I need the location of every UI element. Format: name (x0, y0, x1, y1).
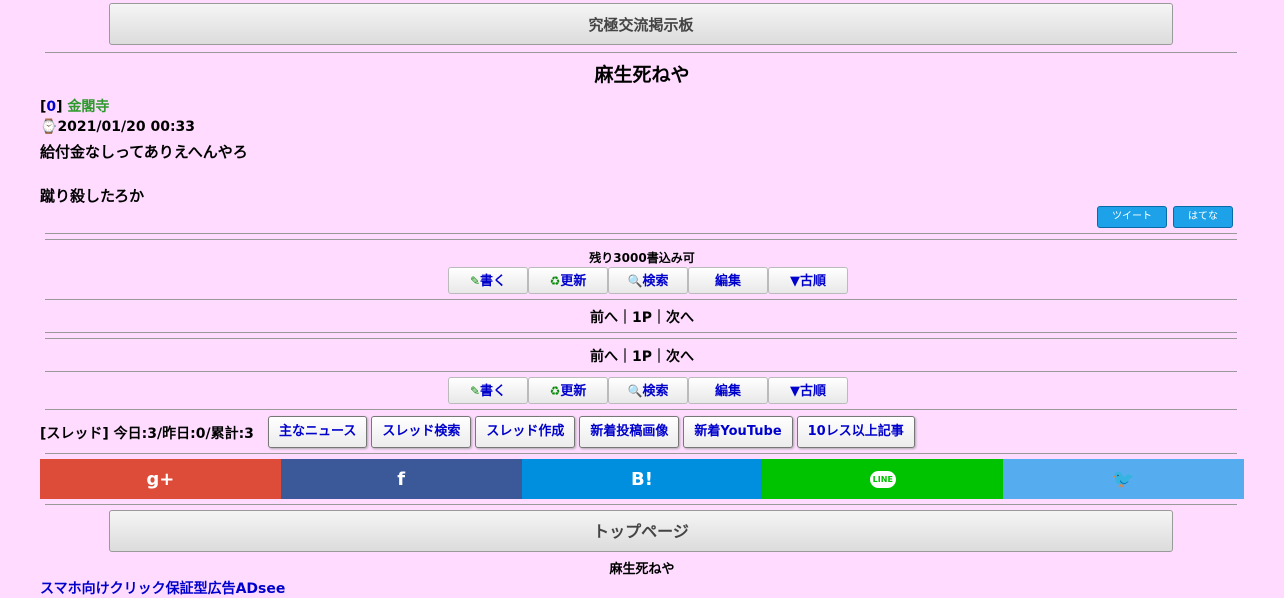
toolbar-bottom: ✎書く ♻更新 🔍検索 編集 ▼古順 (448, 377, 848, 404)
post-author: 金閣寺 (67, 99, 110, 115)
line-icon: LINE (869, 470, 896, 488)
edit-button[interactable]: 編集 (688, 267, 768, 294)
page-number[interactable]: 1P (632, 349, 652, 365)
thread-search-link[interactable]: スレッド検索 (371, 416, 472, 448)
divider (45, 299, 1237, 300)
post-body-line: 給付金なしってありえへんやろ (40, 143, 248, 161)
twitter-icon: 🐦 (1112, 468, 1135, 490)
write-button[interactable]: ✎書く (448, 267, 528, 294)
search-label: 検索 (642, 384, 669, 399)
order-button[interactable]: ▼古順 (768, 267, 848, 294)
divider (45, 504, 1237, 505)
refresh-icon: ♻ (549, 384, 561, 398)
pencil-icon: ✎ (469, 384, 481, 398)
line-share[interactable]: LINE (762, 459, 1004, 499)
write-label: 書く (480, 384, 507, 399)
new-youtube-link[interactable]: 新着YouTube (683, 416, 793, 448)
facebook-icon: f (397, 468, 406, 490)
next-link[interactable]: 次へ (666, 310, 694, 326)
top-page-button[interactable]: トップページ (109, 510, 1173, 552)
pager-separator: ｜ (652, 349, 666, 365)
prev-link[interactable]: 前へ (590, 349, 618, 365)
edit-button[interactable]: 編集 (688, 377, 768, 404)
write-label: 書く (480, 274, 507, 289)
refresh-icon: ♻ (549, 274, 561, 288)
post-datetime: 2021/01/20 00:33 (57, 119, 196, 135)
next-link[interactable]: 次へ (666, 349, 694, 365)
share-bar: g+ f B! LINE 🐦 (40, 459, 1244, 499)
order-button[interactable]: ▼古順 (768, 377, 848, 404)
new-images-link[interactable]: 新着投稿画像 (579, 416, 680, 448)
post-body-line: 蹴り殺したろか (40, 187, 145, 205)
ad-link[interactable]: スマホ向けクリック保証型広告ADsee (40, 578, 285, 598)
pager-top: 前へ｜1P｜次へ (0, 307, 1284, 327)
divider (45, 239, 1237, 240)
facebook-share[interactable]: f (280, 459, 522, 499)
clock-icon: ⌚ (40, 119, 58, 135)
divider (45, 338, 1237, 339)
nav-links: 主なニュース スレッド検索 スレッド作成 新着投稿画像 新着YouTube 10… (268, 416, 915, 448)
search-icon: 🔍 (627, 274, 643, 288)
twitter-share[interactable]: 🐦 (1003, 459, 1244, 499)
search-button[interactable]: 🔍検索 (608, 267, 688, 294)
hatena-share[interactable]: B! (521, 459, 763, 499)
thread-stats: [スレッド] 今日:3/昨日:0/累計:3 (40, 426, 254, 442)
divider (45, 52, 1237, 53)
pager-bottom: 前へ｜1P｜次へ (0, 346, 1284, 366)
divider (45, 332, 1237, 333)
google-plus-share[interactable]: g+ (40, 459, 281, 499)
google-plus-icon: g+ (146, 468, 175, 490)
search-button[interactable]: 🔍検索 (608, 377, 688, 404)
pencil-icon: ✎ (469, 274, 481, 288)
post-datetime-row: ⌚2021/01/20 00:33 (40, 119, 195, 135)
divider (45, 233, 1237, 234)
news-link[interactable]: 主なニュース (268, 416, 368, 448)
footer-thread-title: 麻生死ねや (609, 562, 675, 577)
remaining-posts: 残り3000書込み可 (589, 251, 695, 265)
pager-separator: ｜ (652, 310, 666, 326)
post-header: [0] 金閣寺 (40, 99, 110, 115)
divider (45, 371, 1237, 372)
tweet-button[interactable]: ツイート (1097, 206, 1167, 228)
thread-create-link[interactable]: スレッド作成 (475, 416, 576, 448)
refresh-button[interactable]: ♻更新 (528, 377, 608, 404)
refresh-button[interactable]: ♻更新 (528, 267, 608, 294)
thread-title: 麻生死ねや (594, 64, 690, 86)
toolbar-top: ✎書く ♻更新 🔍検索 編集 ▼古順 (448, 267, 848, 294)
board-title-button[interactable]: 究極交流掲示板 (109, 3, 1173, 45)
write-button[interactable]: ✎書く (448, 377, 528, 404)
search-icon: 🔍 (627, 384, 643, 398)
refresh-label: 更新 (560, 384, 587, 399)
post-number-link[interactable]: 0 (46, 99, 56, 115)
refresh-label: 更新 (560, 274, 587, 289)
divider (45, 409, 1237, 410)
page-number[interactable]: 1P (632, 310, 652, 326)
hatena-icon: B! (631, 468, 653, 490)
hatena-button[interactable]: はてな (1173, 206, 1233, 228)
search-label: 検索 (642, 274, 669, 289)
popular-articles-link[interactable]: 10レス以上記事 (796, 416, 915, 448)
pager-separator: ｜ (617, 310, 632, 326)
pager-separator: ｜ (617, 349, 632, 365)
divider (45, 453, 1237, 454)
prev-link[interactable]: 前へ (590, 310, 618, 326)
